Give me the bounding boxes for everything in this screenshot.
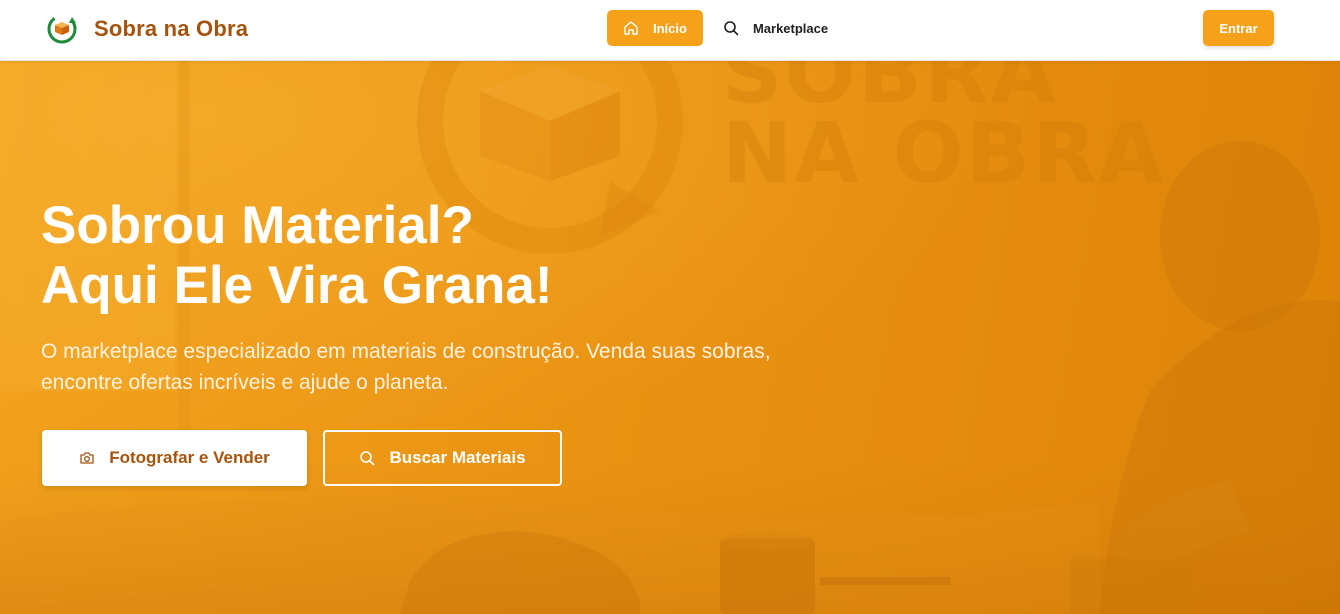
button-label: Buscar Materiais [389, 448, 526, 467]
top-navbar: Sobra na Obra Início Marketplace Entrar [0, 0, 1340, 61]
brand-logo[interactable]: Sobra na Obra [46, 13, 248, 45]
hero-watermark-text: SOBRA NA OBRA [722, 61, 1166, 202]
hero-title-line: Aqui Ele Vira Grana! [41, 256, 553, 315]
watermark-line: NA OBRA [722, 104, 1166, 202]
nav-item-label: Início [653, 20, 687, 36]
hero-actions: Fotografar e Vender Buscar Materiais [42, 430, 562, 486]
nav-item-marketplace[interactable]: Marketplace [723, 10, 828, 46]
hero-banner: SOBRA NA OBRA Sobrou Material? Aqui Ele … [0, 61, 1340, 614]
camera-icon [80, 452, 94, 464]
hero-subtitle: O marketplace especializado em materiais… [41, 340, 771, 394]
search-icon [724, 21, 739, 36]
login-button[interactable]: Entrar [1203, 10, 1274, 46]
photograph-and-sell-button[interactable]: Fotografar e Vender [42, 430, 307, 486]
hero-title-line: Sobrou Material? [41, 196, 474, 255]
search-materials-button[interactable]: Buscar Materiais [323, 430, 562, 486]
hero-content: Sobrou Material? Aqui Ele Vira Grana! O … [41, 196, 841, 398]
nav-item-inicio[interactable]: Início [607, 10, 703, 46]
brand-name: Sobra na Obra [94, 16, 249, 41]
recycle-box-icon [47, 14, 77, 44]
search-icon [360, 451, 375, 466]
main-nav: Início Marketplace [607, 10, 828, 46]
home-icon [624, 21, 638, 35]
nav-item-label: Marketplace [752, 20, 829, 36]
button-label: Fotografar e Vender [109, 448, 270, 467]
hero-title: Sobrou Material? Aqui Ele Vira Grana! [41, 196, 841, 316]
